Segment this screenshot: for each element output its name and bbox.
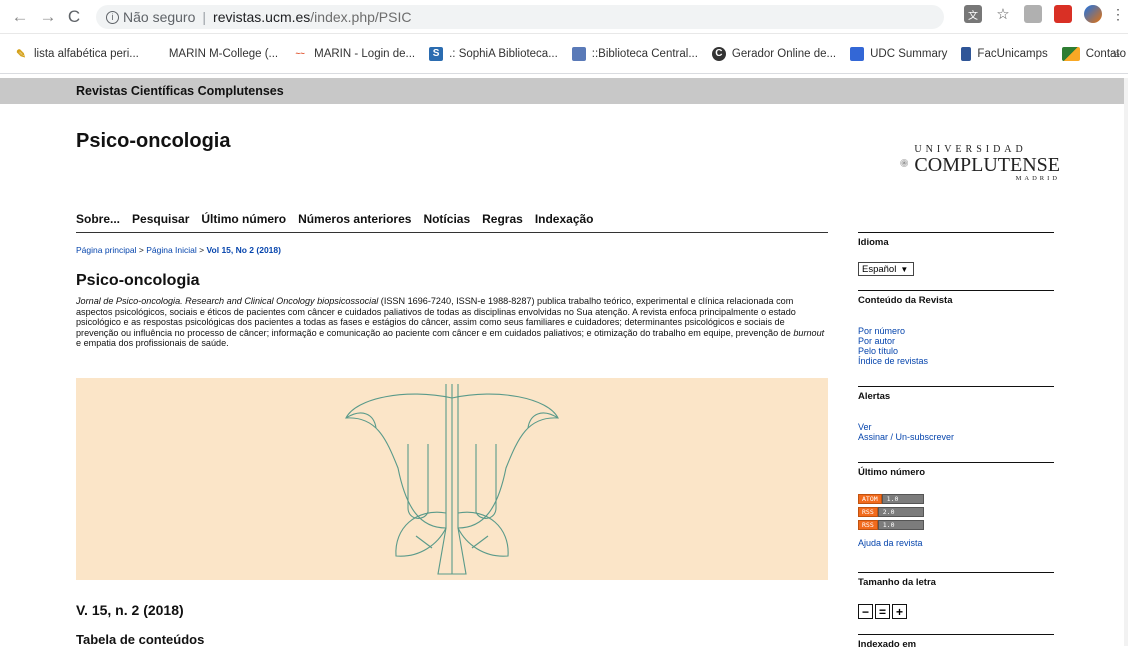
sidebar-heading-conteudo: Conteúdo da Revista: [858, 295, 953, 306]
page-scrollbar[interactable]: [1124, 78, 1128, 646]
extensions: 文 ☆ ⋮: [964, 5, 1125, 23]
atom-feed-button[interactable]: ATOM 1.0: [858, 494, 924, 504]
forward-arrow-icon[interactable]: →: [36, 5, 60, 29]
info-icon[interactable]: i: [106, 10, 119, 24]
sidebar-conteudo: Conteúdo da Revista Por número Por autor…: [858, 290, 1054, 366]
dropdown-arrow-icon: ▼: [900, 264, 909, 274]
sidebar-tamanho: Tamanho da letra − = +: [858, 572, 1054, 619]
journal-banner: [76, 378, 828, 580]
pen-icon: ✎: [15, 46, 27, 61]
link-assinar[interactable]: Assinar / Un-subscrever: [858, 432, 1054, 442]
font-larger-button[interactable]: +: [892, 604, 907, 619]
language-select[interactable]: Español ▼: [858, 262, 914, 276]
sophia-icon: S: [429, 46, 444, 61]
bookmarks-bar: ✎ lista alfabética peri... MARIN M-Colleg…: [0, 34, 1128, 74]
sidebar-heading-tamanho: Tamanho da letra: [858, 577, 936, 588]
rss2-feed-button[interactable]: RSS 2.0: [858, 507, 924, 517]
marin-logo-icon: ~~: [295, 49, 305, 58]
site-topbar-title[interactable]: Revistas Científicas Complutenses: [76, 84, 284, 98]
nav-noticias[interactable]: Notícias: [423, 212, 470, 226]
url-separator: |: [202, 9, 207, 25]
nav-indexacao[interactable]: Indexação: [535, 212, 594, 226]
sidebar-heading-ultimo: Último número: [858, 467, 926, 478]
sidebar-heading-idioma: Idioma: [858, 237, 889, 248]
udc-icon: [850, 46, 865, 61]
address-bar: ← → C i Não seguro | revistas.ucm.es/ind…: [0, 0, 1128, 34]
page-heading: Psico-oncologia: [76, 272, 200, 289]
link-ajuda[interactable]: Ajuda da revista: [858, 538, 1054, 548]
rss1-feed-button[interactable]: RSS 1.0: [858, 520, 924, 530]
sidebar-heading-alertas: Alertas: [858, 391, 891, 402]
university-seal-icon: [900, 159, 909, 167]
main-nav: Sobre... Pesquisar Último número Números…: [76, 212, 594, 226]
bookmark-item[interactable]: MARIN M-College (...: [169, 48, 278, 60]
volume-title: V. 15, n. 2 (2018): [76, 602, 184, 618]
nav-numeros-anteriores[interactable]: Números anteriores: [298, 212, 411, 226]
bookmark-item[interactable]: ~~ MARIN - Login de...: [292, 47, 415, 61]
link-indice-revistas[interactable]: Índice de revistas: [858, 356, 1054, 366]
nav-regras[interactable]: Regras: [482, 212, 523, 226]
nav-ultimo-numero[interactable]: Último número: [201, 212, 286, 226]
bookmark-item[interactable]: C Gerador Online de...: [711, 46, 836, 61]
site-topbar: Revistas Científicas Complutenses: [0, 78, 1128, 104]
profile-avatar-icon[interactable]: [1084, 5, 1102, 23]
butterfly-logo-icon: [345, 384, 559, 575]
link-por-numero[interactable]: Por número: [858, 326, 1054, 336]
link-por-autor[interactable]: Por autor: [858, 336, 1054, 346]
logo-line3: MADRID: [1015, 175, 1060, 182]
library-icon: [571, 46, 586, 61]
back-arrow-icon[interactable]: ←: [8, 5, 32, 29]
nav-sobre[interactable]: Sobre...: [76, 212, 120, 226]
breadcrumb-inicial[interactable]: Página Inicial: [146, 245, 197, 255]
logo-line2: COMPLUTENSE: [914, 154, 1060, 176]
star-icon[interactable]: ☆: [994, 5, 1012, 23]
reload-icon[interactable]: C: [62, 5, 86, 29]
bookmark-item[interactable]: UDC Summary: [850, 46, 947, 61]
url-path: /index.php/PSIC: [310, 9, 412, 25]
security-label: Não seguro: [123, 9, 196, 25]
bookmark-item[interactable]: FacUnicamps: [961, 46, 1048, 61]
url-host: revistas.ucm.es: [213, 9, 311, 25]
language-select-value: Español: [862, 263, 897, 275]
journal-title: Psico-oncologia: [76, 130, 231, 152]
breadcrumb: Página principal > Página Inicial > Vol …: [76, 245, 281, 255]
facunicamps-icon: [961, 46, 972, 61]
sidebar-alertas: Alertas Ver Assinar / Un-subscrever: [858, 386, 1054, 442]
generator-icon: C: [711, 46, 726, 61]
font-smaller-button[interactable]: −: [858, 604, 873, 619]
extension-grey-icon[interactable]: [1024, 5, 1042, 23]
sidebar-ultimo-numero: Último número ATOM 1.0 RSS 2.0 RSS 1.0 Ajud…: [858, 462, 1054, 548]
breadcrumb-current[interactable]: Vol 15, No 2 (2018): [206, 245, 280, 255]
menu-dots-icon[interactable]: ⋮: [1111, 5, 1125, 23]
link-ver[interactable]: Ver: [858, 422, 1054, 432]
url-field[interactable]: i Não seguro | revistas.ucm.es/index.php…: [96, 5, 944, 29]
university-logo[interactable]: UNIVERSIDAD COMPLUTENSE MADRID: [900, 138, 1060, 188]
sidebar-heading-indexado: Indexado em: [858, 639, 917, 650]
bookmark-item[interactable]: ::Biblioteca Central...: [571, 46, 698, 61]
link-pelo-titulo[interactable]: Pelo título: [858, 346, 1054, 356]
sidebar-indexado: Indexado em: [858, 634, 1054, 650]
toc-heading: Tabela de conteúdos: [76, 632, 205, 647]
translate-icon[interactable]: 文: [964, 5, 982, 23]
nav-divider: [76, 232, 828, 233]
ibict-icon: [1061, 46, 1080, 61]
bookmarks-more-icon[interactable]: »: [1113, 46, 1120, 61]
sidebar-idioma: Idioma: [858, 232, 1054, 248]
journal-description: Jornal de Psico-oncologia. Research and …: [76, 296, 825, 349]
breadcrumb-home[interactable]: Página principal: [76, 245, 136, 255]
nav-pesquisar[interactable]: Pesquisar: [132, 212, 189, 226]
font-default-button[interactable]: =: [875, 604, 890, 619]
extension-red-icon[interactable]: [1054, 5, 1072, 23]
bookmark-item[interactable]: S.: SophiA Biblioteca...: [429, 46, 558, 61]
bookmark-item[interactable]: ✎ lista alfabética peri...: [14, 47, 139, 61]
